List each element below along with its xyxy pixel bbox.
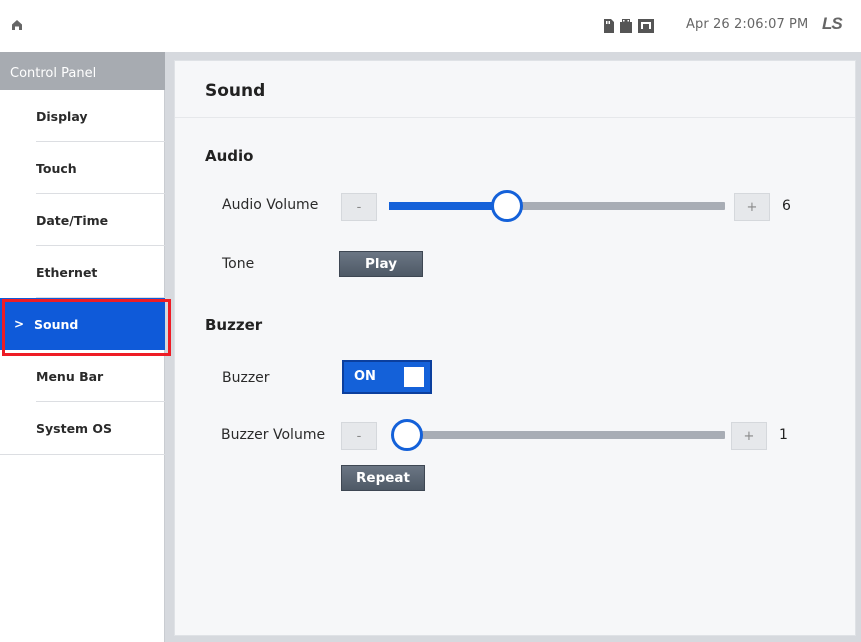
sd-card-icon xyxy=(604,19,614,33)
repeat-button[interactable]: Repeat xyxy=(341,465,425,491)
sidebar-divider xyxy=(0,454,165,455)
sidebar-item-label: Menu Bar xyxy=(36,368,104,384)
sidebar-item-sound[interactable]: > Sound xyxy=(0,298,165,350)
top-bar: Apr 26 2:06:07 PM LS xyxy=(0,0,861,52)
main-panel: Sound Audio Audio Volume - + 6 Tone Play… xyxy=(174,60,856,636)
audio-volume-fill xyxy=(389,202,507,210)
usb-storage-icon xyxy=(620,19,632,33)
sidebar-item-label: Display xyxy=(36,108,88,124)
buzzer-volume-decrement-button[interactable]: - xyxy=(341,422,377,450)
buzzer-toggle[interactable]: ON xyxy=(342,360,432,394)
play-button[interactable]: Play xyxy=(339,251,423,277)
title-divider xyxy=(175,117,855,118)
sidebar-item-label: Ethernet xyxy=(36,264,98,280)
home-icon[interactable] xyxy=(10,18,24,32)
brand-logo: LS xyxy=(822,14,843,33)
sidebar: Control Panel Display Touch Date/Time Et… xyxy=(0,52,165,642)
sidebar-item-label: Date/Time xyxy=(36,212,109,228)
toggle-knob xyxy=(404,367,424,387)
buzzer-volume-slider[interactable] xyxy=(391,419,725,451)
datetime: Apr 26 2:06:07 PM xyxy=(686,17,809,32)
network-icon xyxy=(638,19,654,33)
sidebar-item-label: System OS xyxy=(36,420,113,436)
sidebar-item-menu-bar[interactable]: Menu Bar xyxy=(0,350,165,402)
sidebar-item-date-time[interactable]: Date/Time xyxy=(0,194,165,246)
audio-volume-value: 6 xyxy=(782,198,791,214)
buzzer-volume-value: 1 xyxy=(779,427,788,443)
sidebar-item-touch[interactable]: Touch xyxy=(0,142,165,194)
sidebar-item-ethernet[interactable]: Ethernet xyxy=(0,246,165,298)
buzzer-volume-increment-button[interactable]: + xyxy=(731,422,767,450)
sidebar-item-display[interactable]: Display xyxy=(0,90,165,142)
page-title: Sound xyxy=(205,81,266,101)
sidebar-list: Display Touch Date/Time Ethernet > Sound… xyxy=(0,90,165,454)
sidebar-item-label: Touch xyxy=(36,160,77,176)
audio-volume-label: Audio Volume xyxy=(222,197,319,213)
audio-volume-thumb[interactable] xyxy=(491,190,523,222)
sidebar-item-system-os[interactable]: System OS xyxy=(0,402,165,454)
buzzer-label: Buzzer xyxy=(222,370,270,386)
buzzer-section-title: Buzzer xyxy=(205,316,263,334)
buzzer-volume-thumb[interactable] xyxy=(391,419,423,451)
sidebar-item-label: Sound xyxy=(34,316,79,332)
tone-label: Tone xyxy=(222,256,255,272)
chevron-right-icon: > xyxy=(14,317,25,331)
audio-volume-increment-button[interactable]: + xyxy=(734,193,770,221)
audio-volume-slider[interactable] xyxy=(389,190,725,222)
sidebar-header: Control Panel xyxy=(0,52,165,90)
status-icons xyxy=(603,18,655,34)
buzzer-toggle-label: ON xyxy=(354,369,376,384)
buzzer-volume-label: Buzzer Volume xyxy=(221,427,326,443)
audio-section-title: Audio xyxy=(205,147,254,165)
audio-volume-decrement-button[interactable]: - xyxy=(341,193,377,221)
